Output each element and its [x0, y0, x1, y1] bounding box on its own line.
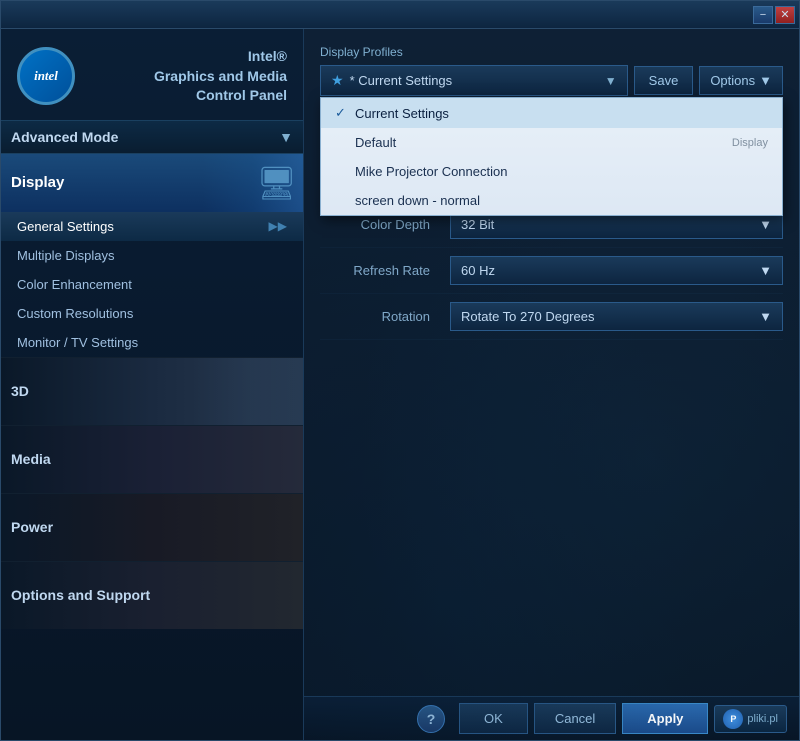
mode-arrow-icon: ▼: [279, 129, 293, 145]
rotation-setting-label: Rotation: [320, 309, 450, 324]
refresh-rate-dropdown-arrow-icon: ▼: [759, 263, 772, 278]
save-button[interactable]: Save: [634, 66, 694, 95]
close-button[interactable]: ✕: [775, 6, 795, 24]
rotation-dropdown[interactable]: Rotate To 270 Degrees ▼: [450, 302, 783, 331]
nav-display-section: Display 🖥 General Settings ▶▶ Multiple D…: [1, 154, 303, 357]
rotation-setting-row: Rotation Rotate To 270 Degrees ▼: [320, 294, 783, 340]
nav-general-arrow-icon: ▶▶: [269, 219, 287, 233]
nav-multiple-displays[interactable]: Multiple Displays: [1, 241, 303, 270]
options-arrow-icon: ▼: [759, 73, 772, 88]
profile-star-icon: ★: [331, 72, 344, 89]
minimize-button[interactable]: −: [753, 6, 773, 24]
apply-button[interactable]: Apply: [622, 703, 708, 734]
color-depth-setting-label: Color Depth: [320, 217, 450, 232]
nav-options-label: Options and Support: [11, 587, 150, 603]
dropdown-item-default[interactable]: Default Display: [321, 128, 782, 157]
help-button[interactable]: ?: [417, 705, 445, 733]
options-button[interactable]: Options ▼: [699, 66, 783, 95]
nav-color-enhancement[interactable]: Color Enhancement: [1, 270, 303, 299]
dropdown-item-mike[interactable]: Mike Projector Connection: [321, 157, 782, 186]
nav-3d-section[interactable]: 3D: [1, 357, 303, 425]
intel-logo-text: intel: [34, 68, 58, 84]
sidebar: intel Intel® Graphics and Media Control …: [1, 29, 304, 740]
main-window: − ✕ intel Intel® Graphics and Media Cont…: [0, 0, 800, 741]
display-icon-area: 🖥: [203, 154, 303, 212]
refresh-rate-setting-row: Refresh Rate 60 Hz ▼: [320, 248, 783, 294]
pliki-logo-icon: P: [723, 709, 743, 729]
sidebar-title: Intel® Graphics and Media Control Panel: [87, 47, 287, 106]
mode-selector-label: Advanced Mode: [11, 129, 118, 145]
nav-options-section[interactable]: Options and Support: [1, 561, 303, 629]
refresh-rate-setting-label: Refresh Rate: [320, 263, 450, 278]
bottom-bar: ? OK Cancel Apply P pliki.pl: [304, 696, 799, 740]
right-panel: Display Profiles ★ * Current Settings ▼ …: [304, 29, 799, 740]
nav-general-settings[interactable]: General Settings ▶▶: [1, 212, 303, 241]
nav-custom-resolutions[interactable]: Custom Resolutions: [1, 299, 303, 328]
monitor-icon: 🖥: [256, 164, 297, 202]
nav-monitor-tv-settings[interactable]: Monitor / TV Settings: [1, 328, 303, 357]
main-content: intel Intel® Graphics and Media Control …: [1, 29, 799, 740]
profiles-dropdown-menu: ✓ Current Settings Default Display Mike …: [320, 97, 783, 216]
dropdown-item-current[interactable]: ✓ Current Settings: [321, 98, 782, 128]
pliki-badge[interactable]: P pliki.pl: [714, 705, 787, 733]
nav-item-display[interactable]: Display 🖥: [1, 154, 303, 212]
nav-3d-label: 3D: [11, 383, 29, 399]
intel-logo: intel: [17, 47, 75, 105]
rotation-dropdown-arrow-icon: ▼: [759, 309, 772, 324]
nav-media-label: Media: [11, 451, 51, 467]
cancel-button[interactable]: Cancel: [534, 703, 616, 734]
mode-selector[interactable]: Advanced Mode ▼: [1, 120, 303, 154]
nav-media-section[interactable]: Media: [1, 425, 303, 493]
sidebar-logo: intel Intel® Graphics and Media Control …: [1, 29, 303, 120]
panel-content: Display Profiles ★ * Current Settings ▼ …: [304, 29, 799, 696]
dropdown-item-screen[interactable]: screen down - normal: [321, 186, 782, 215]
profile-current-label: * Current Settings: [350, 73, 453, 88]
profile-dropdown-arrow-icon: ▼: [605, 74, 617, 88]
title-bar: − ✕: [1, 1, 799, 29]
nav-display-label: Display: [11, 174, 64, 191]
ok-button[interactable]: OK: [459, 703, 528, 734]
profiles-row: ★ * Current Settings ▼ Save Options ▼ ✓: [320, 65, 783, 96]
refresh-rate-dropdown[interactable]: 60 Hz ▼: [450, 256, 783, 285]
color-depth-dropdown-arrow-icon: ▼: [759, 217, 772, 232]
nav-power-label: Power: [11, 519, 53, 535]
display-profiles-label: Display Profiles: [320, 45, 783, 59]
profile-dropdown[interactable]: ★ * Current Settings ▼: [320, 65, 628, 96]
nav-power-section[interactable]: Power: [1, 493, 303, 561]
pliki-label: pliki.pl: [747, 713, 778, 725]
check-icon: ✓: [335, 105, 349, 121]
